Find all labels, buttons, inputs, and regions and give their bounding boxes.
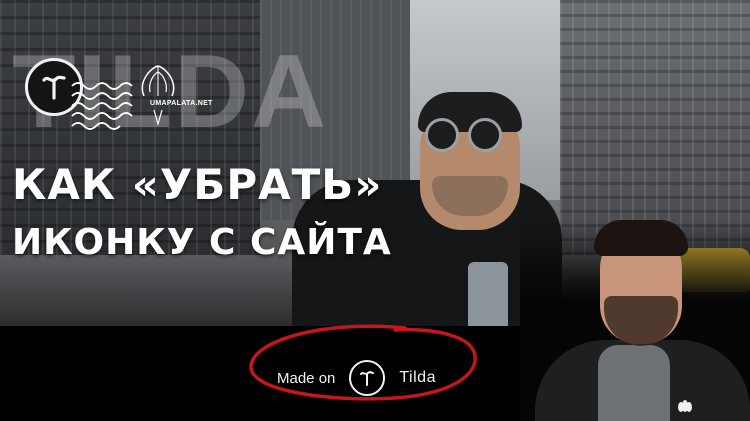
glasses-lens-right: [468, 118, 502, 152]
umapalata-feather-icon: [141, 65, 175, 126]
host-tshirt: [598, 345, 670, 421]
glasses-lens-left: [425, 118, 459, 152]
headline-line-2: ИКОНКУ С САЙТА: [12, 222, 392, 263]
waves-icon: [71, 82, 133, 130]
red-highlight-circle: [249, 324, 477, 401]
adidas-trefoil-icon: [678, 400, 692, 412]
host-hair: [594, 220, 688, 256]
headline-line-1: КАК «УБРАТЬ»: [12, 160, 383, 209]
man-shirt-collar: [468, 262, 508, 326]
umapalata-logo-text: UMAPALATA.NET: [150, 100, 213, 107]
video-thumbnail: Made on Tilda TILDA UMAPALATA.NET КАК «У…: [0, 0, 750, 421]
